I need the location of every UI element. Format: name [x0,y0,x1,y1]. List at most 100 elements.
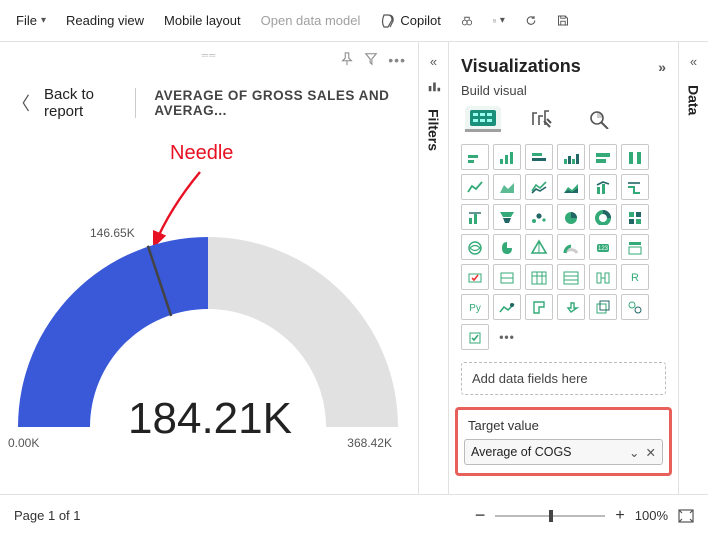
layout-icon [493,14,496,28]
report-canvas[interactable]: ══ ••• 〈 Back to report AVERAGE OF GROSS… [0,42,418,494]
target-value-label: 146.65K [90,226,135,240]
refresh-icon [525,13,537,28]
filters-label: Filters [426,109,442,151]
refresh-button[interactable] [517,7,545,35]
visual-type-option[interactable] [493,234,521,260]
drag-handle-icon[interactable]: ══ [197,50,221,56]
build-visual-tab[interactable] [465,106,501,132]
visual-type-option[interactable] [525,204,553,230]
fit-to-page-icon[interactable] [678,509,694,523]
zoom-in-button[interactable]: + [615,507,624,525]
values-field-well[interactable]: Add data fields here [461,362,666,395]
visual-type-option[interactable]: R [621,264,649,290]
build-visual-label: Build visual [461,83,666,98]
pin-icon[interactable] [340,52,354,66]
visual-type-option[interactable] [461,234,489,260]
svg-text:Py: Py [469,303,481,314]
visual-type-option[interactable] [621,234,649,260]
visual-type-option[interactable] [589,294,617,320]
visual-type-option[interactable] [589,174,617,200]
visual-type-option[interactable] [589,204,617,230]
visual-type-option[interactable] [493,264,521,290]
expand-left-icon[interactable]: « [430,54,437,69]
chevron-down-icon: ▾ [500,15,505,26]
visual-type-option[interactable] [493,144,521,170]
visual-type-option[interactable] [493,204,521,230]
target-label: Target value [468,418,659,433]
visual-type-option[interactable] [525,144,553,170]
target-field-name: Average of COGS [471,445,572,459]
visual-type-option[interactable] [461,204,489,230]
zoom-slider[interactable] [495,515,605,517]
format-visual-tab[interactable] [523,106,559,132]
zoom-control: − + 100% [475,505,694,526]
filter-icon[interactable] [364,52,378,66]
visual-type-option[interactable] [621,294,649,320]
mobile-layout-button[interactable]: Mobile layout [156,9,249,32]
visual-type-option[interactable] [493,294,521,320]
file-menu[interactable]: File ▾ [8,9,54,32]
visual-type-option[interactable] [461,264,489,290]
visual-type-option[interactable] [525,234,553,260]
visual-type-option[interactable] [461,324,489,350]
main-region: ══ ••• 〈 Back to report AVERAGE OF GROSS… [0,42,708,494]
visual-type-option[interactable] [525,174,553,200]
back-label: Back to report [44,86,113,120]
visual-type-option[interactable]: 123 [589,234,617,260]
visual-type-option[interactable] [621,204,649,230]
visual-type-option[interactable] [461,174,489,200]
visual-type-option[interactable] [557,174,585,200]
reading-view-button[interactable]: Reading view [58,9,152,32]
visual-type-option[interactable] [557,144,585,170]
visual-type-option[interactable] [557,264,585,290]
page-indicator[interactable]: Page 1 of 1 [14,508,81,523]
svg-text:123: 123 [598,246,609,252]
visual-type-option[interactable] [461,144,489,170]
save-button[interactable] [549,7,577,35]
needle-annotation: Needle [170,142,233,165]
data-label: Data [686,85,702,115]
chart-icon [427,79,441,93]
visual-type-option[interactable] [557,234,585,260]
visual-type-option[interactable] [525,264,553,290]
visual-type-option[interactable] [493,174,521,200]
chevron-down-icon[interactable]: ⌄ [629,445,639,460]
gauge-visual[interactable]: 146.65K 0.00K 368.42K 184.21K [0,202,420,462]
visual-type-option[interactable] [589,264,617,290]
visual-type-option[interactable] [589,144,617,170]
binoculars-icon [461,13,473,29]
visual-type-option[interactable] [557,204,585,230]
top-toolbar: File ▾ Reading view Mobile layout Open d… [0,0,708,42]
target-field-pill[interactable]: Average of COGS ⌄ ✕ [464,439,663,465]
visual-type-option[interactable] [525,294,553,320]
chart-title: AVERAGE OF GROSS SALES AND AVERAG... [135,88,406,118]
analytics-tab[interactable] [581,106,617,132]
layout-dropdown[interactable]: ▾ [485,7,513,35]
status-bar: Page 1 of 1 − + 100% [0,494,708,536]
filters-pane-collapsed[interactable]: « Filters [418,42,448,494]
gauge-value-label: 184.21K [0,394,420,444]
zoom-level: 100% [635,508,668,523]
more-visuals-button[interactable]: ••• [493,324,521,350]
visual-type-option[interactable]: Py [461,294,489,320]
zoom-out-button[interactable]: − [475,505,486,526]
copilot-button[interactable]: Copilot [372,9,448,33]
back-to-report-button[interactable]: 〈 Back to report [12,86,113,120]
viz-mode-tabs [461,104,666,134]
copilot-icon [380,13,396,29]
collapse-right-icon[interactable]: » [658,59,666,75]
more-options-icon[interactable]: ••• [388,52,406,68]
data-pane-collapsed[interactable]: « Data [678,42,708,494]
visual-type-option[interactable] [557,294,585,320]
visual-type-option[interactable] [621,144,649,170]
viz-title: Visualizations [461,56,581,77]
chevron-down-icon: ▾ [41,15,46,26]
find-button[interactable] [453,7,481,35]
visualizations-pane: Visualizations » Build visual 123RPy••• … [448,42,678,494]
svg-text:R: R [631,272,639,284]
target-value-section-highlight: Target value Average of COGS ⌄ ✕ [455,407,672,476]
expand-left-icon[interactable]: « [690,54,697,69]
visual-type-option[interactable] [621,174,649,200]
remove-field-icon[interactable]: ✕ [646,445,656,460]
arrow-left-icon: 〈 [12,90,30,116]
